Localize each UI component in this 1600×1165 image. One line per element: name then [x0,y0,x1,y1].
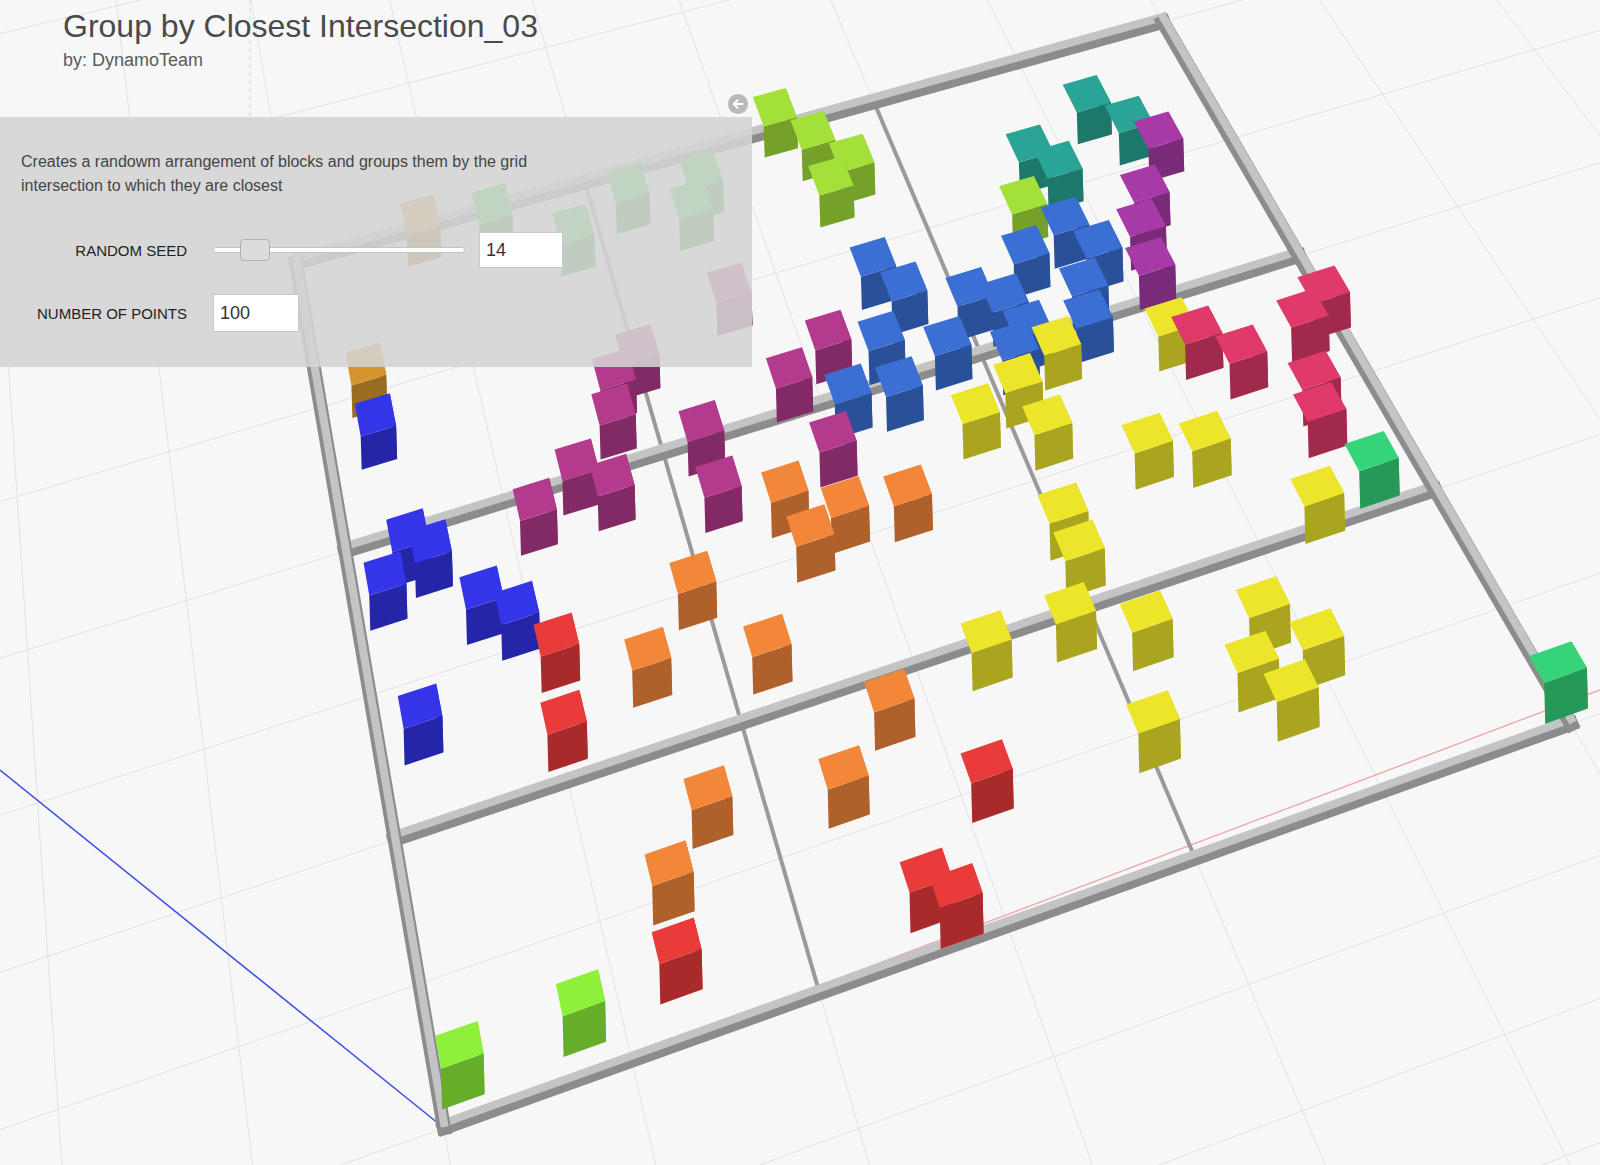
dynamo-player: Group by Closest Intersection_03by: Dyna… [0,0,1600,1165]
floor-grid [0,0,1600,1165]
collapse-arrow-icon[interactable] [727,93,749,115]
block[interactable] [494,581,540,661]
block[interactable] [695,456,742,534]
block[interactable] [1179,411,1232,488]
block[interactable] [590,454,636,532]
block[interactable] [624,627,672,708]
block[interactable] [766,347,813,422]
input-label: RANDOM SEED [21,242,187,259]
block[interactable] [645,840,695,925]
slider-thumb[interactable] [240,239,270,261]
block[interactable] [1290,466,1345,544]
block[interactable] [398,683,444,765]
block[interactable] [1215,324,1268,399]
block[interactable] [1125,237,1176,310]
block[interactable] [809,411,858,488]
block[interactable] [1529,641,1588,724]
block[interactable] [864,669,915,751]
block[interactable] [591,383,636,459]
input-control: 100 [213,294,752,332]
graph-description: Creates a randowm arrangement of blocks … [21,150,581,198]
block[interactable] [1126,690,1181,773]
block[interactable] [435,1021,484,1110]
block[interactable] [409,519,453,598]
block[interactable] [883,465,933,543]
value-field[interactable]: 14 [479,232,563,268]
viewport-background [0,0,1600,1165]
value-field[interactable]: 100 [213,294,299,332]
block[interactable] [556,969,606,1057]
block[interactable] [355,393,397,470]
block[interactable] [1171,305,1223,380]
block[interactable] [1044,582,1097,663]
block[interactable] [743,614,792,695]
block[interactable] [1344,431,1399,509]
seed-slider[interactable] [213,238,465,262]
block[interactable] [364,551,408,631]
input-label: NUMBER OF POINTS [21,305,187,322]
block[interactable] [808,156,854,227]
graph-header: Group by Closest Intersection_03by: Dyna… [0,0,1600,111]
block[interactable] [1063,75,1112,144]
block[interactable] [923,316,972,391]
block[interactable] [951,383,1001,459]
field-value: 100 [220,303,250,324]
z-axis [0,770,444,1128]
block[interactable] [930,863,984,949]
block[interactable] [1293,382,1347,458]
block[interactable] [961,610,1013,691]
block[interactable] [753,88,798,158]
block[interactable] [1264,659,1320,742]
block[interactable] [1022,394,1073,470]
input-control: 14 [213,232,752,268]
graph-title: Group by Closest Intersection_03 [63,6,1600,46]
block[interactable] [875,356,924,432]
block[interactable] [1276,289,1329,363]
block[interactable] [1122,413,1174,490]
block[interactable] [669,551,717,631]
block[interactable] [540,690,588,772]
block[interactable] [652,918,703,1005]
graph-author: by: DynamoTeam [63,48,1600,72]
block[interactable] [786,504,835,583]
block[interactable] [1120,590,1174,671]
block[interactable] [513,478,558,556]
block[interactable] [961,739,1014,823]
input-list: RANDOM SEED 14 NUMBER OF POINTS 100 [21,232,752,332]
block[interactable] [818,745,869,829]
block[interactable] [683,765,733,849]
inputs-panel: Creates a randowm arrangement of blocks … [0,117,752,367]
block[interactable] [534,612,581,693]
field-value: 14 [486,240,506,261]
